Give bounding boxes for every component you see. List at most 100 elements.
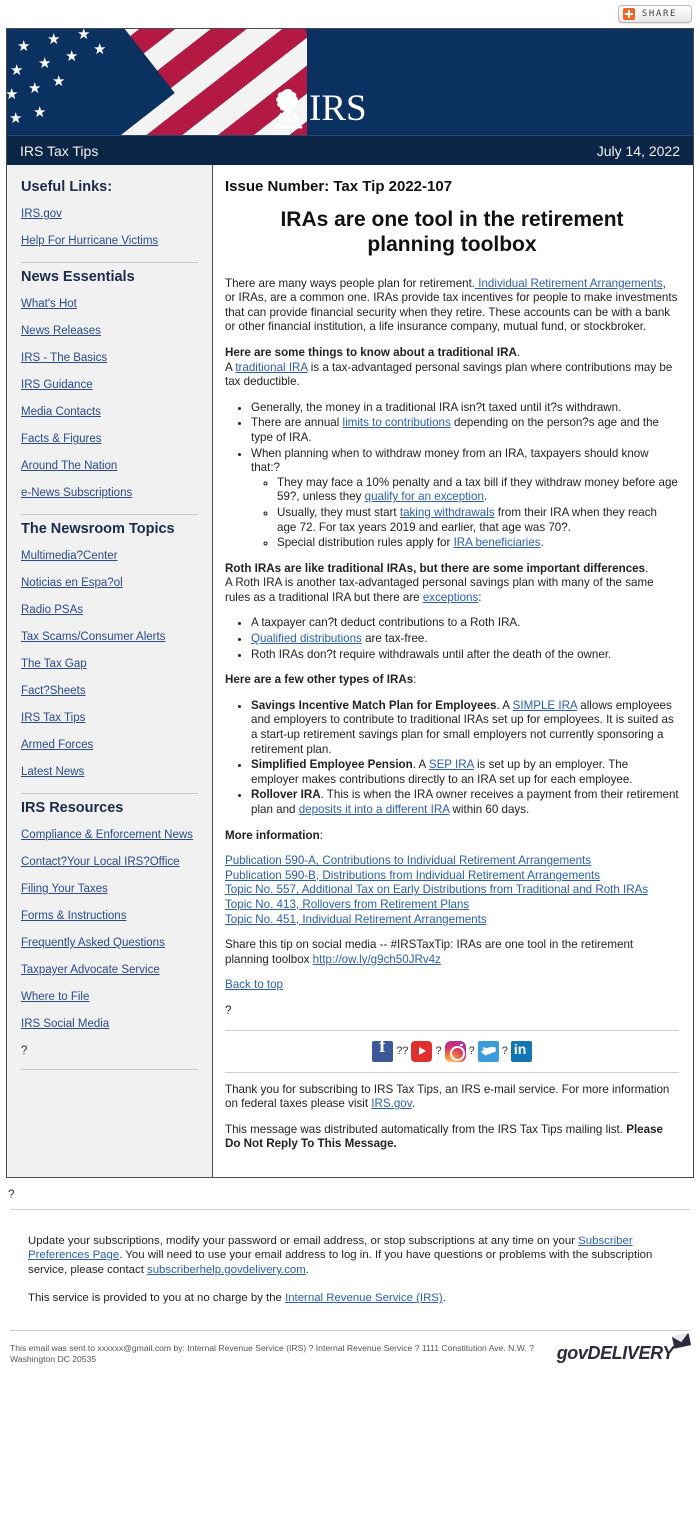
link-traditional-ira[interactable]: traditional IRA — [235, 361, 307, 374]
sidebar-item-contact-local-irs-office[interactable]: Contact?Your Local IRS?Office — [21, 856, 198, 869]
sidebar-item-latest-news[interactable]: Latest News — [21, 766, 198, 779]
link-irs-gov-footer[interactable]: IRS.gov — [371, 1097, 411, 1110]
facebook-icon[interactable] — [372, 1040, 394, 1062]
content-divider — [225, 1071, 679, 1073]
internal-revenue-service-link[interactable]: Internal Revenue Service (IRS) — [285, 1292, 443, 1304]
bullet-bold-label: Rollover IRA — [251, 788, 321, 802]
footer-divider-top — [10, 1208, 690, 1210]
social-icons-row: ?? ? ? ? — [225, 1040, 679, 1062]
link-ira-beneficiaries[interactable]: IRA beneficiaries — [454, 536, 541, 549]
link-publication-590-b[interactable]: Publication 590-B, Distributions from In… — [225, 869, 679, 884]
sidebar-item-fact-sheets[interactable]: Fact?Sheets — [21, 685, 198, 698]
sidebar-item-around-the-nation[interactable]: Around The Nation — [21, 460, 198, 473]
sidebar-item-the-tax-gap[interactable]: The Tax Gap — [21, 658, 198, 671]
twitter-icon[interactable] — [477, 1040, 499, 1062]
sidebar-item-media-contacts[interactable]: Media Contacts — [21, 406, 198, 419]
share-button[interactable]: SHARE — [617, 5, 692, 23]
link-shortened-url[interactable]: http://ow.ly/g9ch50JRv4z — [313, 953, 441, 966]
link-exceptions[interactable]: exceptions — [423, 591, 478, 604]
sidebar-item-multimedia-center[interactable]: Multimedia?Center — [21, 550, 198, 563]
link-qualified-distributions[interactable]: Qualified distributions — [251, 632, 362, 645]
subscriber-help-link[interactable]: subscriberhelp.govdelivery.com — [147, 1264, 306, 1276]
link-taking-withdrawals[interactable]: taking withdrawals — [400, 506, 495, 519]
sidebar-item-faq[interactable]: Frequently Asked Questions — [21, 937, 198, 950]
bullet-before: There are annual — [251, 416, 343, 430]
youtube-icon[interactable] — [411, 1040, 433, 1062]
bullet-text: Roth IRAs don?t require withdrawals unti… — [251, 647, 612, 661]
link-limits-to-contributions[interactable]: limits to contributions — [343, 416, 451, 429]
sub-bullet-before: Usually, they must start — [277, 505, 400, 519]
sidebar-item-enews-subscriptions[interactable]: e-News Subscriptions — [21, 487, 198, 500]
list-item: Qualified distributions are tax-free. — [251, 632, 679, 647]
footer-divider-bottom — [10, 1329, 690, 1331]
linkedin-icon[interactable] — [510, 1040, 532, 1062]
issue-number: Issue Number: Tax Tip 2022-107 — [225, 178, 453, 195]
sidebar-item-radio-psas[interactable]: Radio PSAs — [21, 604, 198, 617]
social-separator: ? — [468, 1044, 475, 1057]
sidebar-item-filing-your-taxes[interactable]: Filing Your Taxes — [21, 883, 198, 896]
subscription-footer: Update your subscriptions, modify your p… — [0, 1212, 700, 1328]
sidebar-item-news-releases[interactable]: News Releases — [21, 325, 198, 338]
intro-before-link: There are many ways people plan for reti… — [225, 276, 476, 290]
sidebar-item-noticias-en-espanol[interactable]: Noticias en Espa?ol — [21, 577, 198, 590]
flag-stars: ★ ★ ★ ★ ★ ★ ★ ★ ★ ★ ★ ★ — [7, 29, 107, 127]
email-container: ★ ★ ★ ★ ★ ★ ★ ★ ★ ★ ★ ★ IRS IRS Tax Tips… — [6, 28, 694, 1178]
sidebar-item-irs-guidance[interactable]: IRS Guidance — [21, 379, 198, 392]
other-types-heading-tail: : — [413, 673, 417, 687]
sidebar-item-compliance-enforcement-news[interactable]: Compliance & Enforcement News — [21, 829, 198, 842]
share-bar: SHARE — [0, 0, 700, 28]
back-to-top-link[interactable]: Back to top — [225, 978, 283, 991]
sidebar-item-irs-social-media[interactable]: IRS Social Media — [21, 1018, 198, 1031]
list-item: When planning when to withdraw money fro… — [251, 447, 679, 551]
irs-wordmark: IRS — [309, 88, 367, 129]
link-individual-retirement-arrangements[interactable]: Individual Retirement Arrangements — [475, 277, 662, 290]
instagram-icon[interactable] — [444, 1040, 466, 1062]
sidebar-item-whats-hot[interactable]: What's Hot — [21, 298, 198, 311]
list-item: There are annual limits to contributions… — [251, 416, 679, 445]
link-topic-451[interactable]: Topic No. 451, Individual Retirement Arr… — [225, 913, 679, 928]
footer-stray-character: ? — [8, 1187, 15, 1201]
sidebar-divider — [21, 793, 198, 794]
bullet-bold-label: Simplified Employee Pension — [251, 758, 413, 772]
sidebar-item-tax-scams-consumer-alerts[interactable]: Tax Scams/Consumer Alerts — [21, 631, 198, 644]
sidebar-item-irs-gov[interactable]: IRS.gov — [21, 208, 198, 221]
link-qualify-for-an-exception[interactable]: qualify for an exception — [365, 490, 484, 503]
service-before: This service is provided to you at no ch… — [28, 1292, 286, 1305]
sidebar-item-armed-forces[interactable]: Armed Forces — [21, 739, 198, 752]
bullet-text: Generally, the money in a traditional IR… — [251, 400, 622, 414]
sidebar-item-taxpayer-advocate-service[interactable]: Taxpayer Advocate Service — [21, 964, 198, 977]
back-to-top-row: Back to top — [225, 978, 679, 993]
sidebar-heading-newsroom-topics: The Newsroom Topics — [21, 521, 175, 537]
social-separator: ? — [501, 1044, 508, 1057]
link-simple-ira[interactable]: SIMPLE IRA — [513, 699, 577, 712]
link-publication-590-a[interactable]: Publication 590-A, Contributions to Indi… — [225, 854, 679, 869]
distribution-notice: This message was distributed automatical… — [225, 1123, 679, 1152]
link-deposits-into-different-ira[interactable]: deposits it into a different IRA — [299, 803, 450, 816]
roth-ira-bullets: A taxpayer can?t deduct contributions to… — [225, 616, 679, 662]
main-stray-character: ? — [225, 1003, 232, 1017]
title-strip: IRS Tax Tips July 14, 2022 — [7, 135, 693, 165]
bullet-text: When planning when to withdraw money fro… — [251, 446, 649, 475]
sub-bullet-after: . — [540, 536, 544, 550]
sidebar-item-hurricane-victims[interactable]: Help For Hurricane Victims — [21, 235, 198, 248]
update-before: Update your subscriptions, modify your p… — [28, 1234, 579, 1247]
other-types-heading: Here are a few other types of IRAs — [225, 673, 414, 687]
content-divider — [225, 1029, 679, 1031]
link-sep-ira[interactable]: SEP IRA — [429, 758, 474, 771]
traditional-ira-sub-bullets: They may face a 10% penalty and a tax bi… — [251, 476, 679, 551]
bullet-after: are tax-free. — [361, 632, 428, 646]
share-social-paragraph: Share this tip on social media -- #IRSTa… — [225, 938, 679, 967]
sidebar-item-where-to-file[interactable]: Where to File — [21, 991, 198, 1004]
other-ira-types-bullets: Savings Incentive Match Plan for Employe… — [225, 699, 679, 818]
roth-ira-section: Roth IRAs are like traditional IRAs, but… — [225, 562, 679, 606]
sidebar-item-facts-figures[interactable]: Facts & Figures — [21, 433, 198, 446]
main-content: Issue Number: Tax Tip 2022-107 IRAs are … — [213, 165, 693, 1177]
sidebar-item-irs-tax-tips[interactable]: IRS Tax Tips — [21, 712, 198, 725]
list-item: Special distribution rules apply for IRA… — [277, 536, 679, 551]
link-topic-413[interactable]: Topic No. 413, Rollovers from Retirement… — [225, 898, 679, 913]
sidebar-item-forms-instructions[interactable]: Forms & Instructions — [21, 910, 198, 923]
sidebar-item-irs-the-basics[interactable]: IRS - The Basics — [21, 352, 198, 365]
newsletter-title: IRS Tax Tips — [20, 142, 99, 159]
link-topic-557[interactable]: Topic No. 557, Additional Tax on Early D… — [225, 883, 679, 898]
sub-bullet-after: . — [483, 490, 488, 504]
